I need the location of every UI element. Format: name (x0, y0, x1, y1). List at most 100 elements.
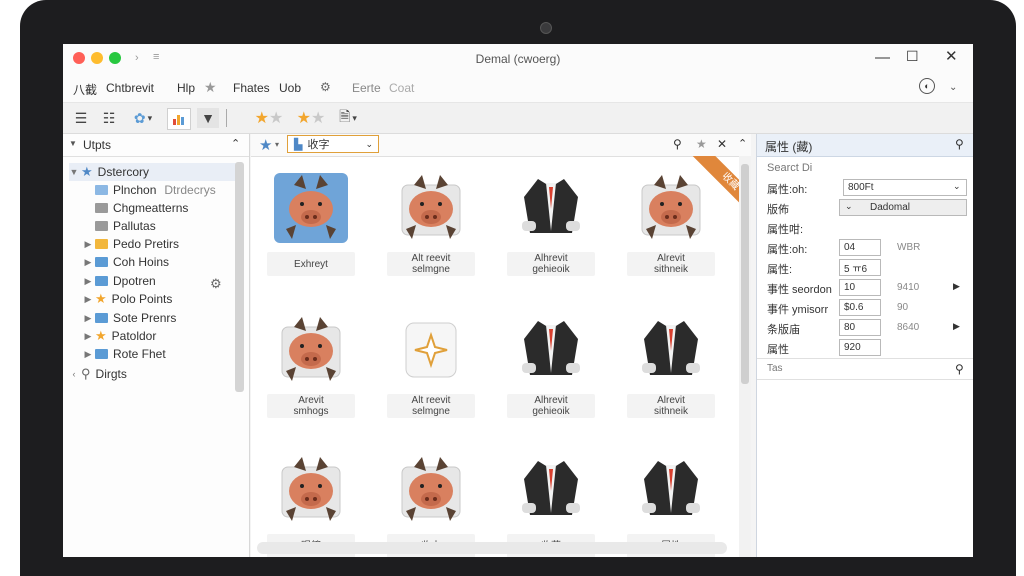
jacket-thumbnail-icon (507, 446, 595, 534)
minimize-icon[interactable]: — (875, 49, 890, 66)
chevron-down-icon[interactable]: ⌄ (949, 82, 957, 93)
expand-arrow-icon[interactable]: ▶ (83, 313, 93, 324)
pig-thumbnail-icon (267, 164, 355, 252)
star-icon: ★ (95, 291, 107, 306)
menu-item-0[interactable]: 八截 (73, 81, 97, 98)
thumbnail-item[interactable]: Alt reevit selmgne (387, 164, 475, 276)
search-icon[interactable]: ⚲ (673, 137, 682, 151)
favorites-icon[interactable]: ★ (259, 136, 272, 154)
menu-item-3[interactable]: Fhates (233, 81, 270, 95)
tree-item-label: Dpotren (113, 274, 156, 288)
collapse-icon[interactable]: ▼ (69, 139, 77, 148)
thumbnail-item[interactable]: 属性 (627, 446, 715, 557)
expand-arrow-icon[interactable]: ▶ (83, 294, 93, 305)
maximize-icon[interactable]: ☐ (906, 48, 919, 65)
play-icon[interactable]: ▼ (197, 108, 219, 128)
tree-item-label: Pallutas (113, 219, 156, 233)
property-value-field[interactable]: $0.6 (839, 299, 881, 316)
tree-item[interactable]: ▶ Sote Prenrs (83, 309, 253, 327)
thumbnail-caption-line2: gehieoik (532, 406, 570, 417)
gear-icon[interactable]: ⚙ (320, 80, 331, 94)
rating-stars-alt-icon[interactable]: ★ ★ (293, 108, 329, 128)
document-icon[interactable]: 🗎 ▾ (333, 108, 363, 128)
jacket-thumbnail-icon (507, 306, 595, 394)
chevron-up-icon[interactable]: ⌃ (231, 137, 240, 150)
thumbnail-item[interactable]: Arevit smhogs (267, 306, 355, 418)
thumbnail-item[interactable]: 收本 (387, 446, 475, 557)
left-scrollbar[interactable] (235, 162, 244, 392)
menu-item-4[interactable]: Uob (279, 81, 301, 95)
tree-item[interactable]: ▶ Dpotren (83, 272, 253, 290)
play-icon[interactable]: ▶ (953, 281, 960, 292)
account-icon[interactable]: ◐ (919, 78, 935, 94)
expand-arrow-icon[interactable]: ▶ (83, 331, 93, 342)
thumbnail-caption: Alrevit sithneik (627, 252, 715, 276)
property-value-field[interactable]: 5 ㅠ6 (839, 259, 881, 276)
content-scrollbar-thumb[interactable] (741, 164, 749, 384)
horizontal-scrollbar[interactable] (257, 542, 727, 554)
property-label: 属性 (767, 344, 789, 356)
chevron-down-icon[interactable]: ⌄ (845, 201, 853, 212)
property-value-field[interactable]: 920 (839, 339, 881, 356)
folder-icon (95, 239, 108, 249)
close-icon[interactable]: ✕ (945, 47, 958, 65)
thumbnail-item[interactable]: Alhrevit gehieoik (507, 164, 595, 276)
footer-search-icon[interactable]: ⚲ (955, 362, 964, 376)
tree-item[interactable]: ▶ Pedo Pretirs (83, 235, 253, 253)
expand-arrow-icon[interactable]: ▼ (69, 167, 79, 177)
expand-arrow-icon[interactable]: ▶ (83, 257, 93, 268)
settings-gear-icon[interactable]: ⚙ (210, 276, 222, 292)
rating-stars-icon[interactable]: ★ ★ (249, 108, 289, 128)
menu-item-1[interactable]: Chtbrevit (106, 81, 154, 95)
star-icon[interactable]: ★ (204, 79, 217, 96)
play-icon[interactable]: ▶ (953, 321, 960, 332)
tree-item-label: Sote Prenrs (113, 311, 177, 325)
chart-icon[interactable] (167, 108, 191, 130)
pig-thumbnail-icon (387, 164, 475, 252)
category-dropdown[interactable]: ▙ 收字 ⌄ (287, 135, 379, 153)
property-value-field[interactable]: 04 (839, 239, 881, 256)
tree-item[interactable]: ▶ Rote Fhet (83, 345, 253, 363)
search-icon[interactable]: ⚲ (955, 137, 964, 151)
property-extra-value: WBR (897, 242, 921, 253)
chevron-down-icon[interactable]: ⌄ (953, 181, 961, 192)
property-value-field[interactable]: 10 (839, 279, 881, 296)
property-value-field[interactable]: 80 (839, 319, 881, 336)
tree-item[interactable]: ▶ ★ Polo Points (83, 290, 253, 308)
list-view-icon[interactable]: ☰ (71, 108, 91, 128)
tree-item[interactable]: ▶ Coh Hoins (83, 253, 253, 271)
thumbnail-item[interactable]: 眼鏑 (267, 446, 355, 557)
properties-header: 属性 (藏) ⚲ (757, 134, 973, 157)
favorites-dropdown-icon[interactable]: ▾ (275, 140, 279, 149)
tree-item[interactable]: Plnchon Dtrdecrys (83, 181, 253, 199)
property-value-field[interactable]: 800Ft (843, 179, 967, 196)
tree-item[interactable]: Chgmeatterns (83, 199, 253, 217)
thumbnail-item[interactable]: Exhreyt (267, 164, 355, 276)
tree-item[interactable]: ▶ ★ Patoldor (83, 327, 253, 345)
property-extra-value: 90 (897, 302, 909, 313)
expand-arrow-icon[interactable]: ▶ (83, 276, 93, 287)
pin-icon[interactable]: ★ (696, 137, 707, 151)
properties-search-label: Searct Di (767, 162, 813, 174)
menu-item-5[interactable]: Eerte (352, 81, 381, 95)
thumbnail-item[interactable]: 收藏 (507, 446, 595, 557)
thumbnail-item[interactable]: Alrevit sithneik (627, 306, 715, 418)
close-panel-icon[interactable]: ✕ (717, 137, 727, 151)
thumbnail-item[interactable]: Alt reevit selmgne (387, 306, 475, 418)
tree-item[interactable]: ▼ ★ Dstercory (69, 163, 239, 181)
chevron-up-icon[interactable]: ⌃ (738, 137, 747, 150)
menu-item-6[interactable]: Coat (389, 81, 414, 95)
thumbnail-caption-line1: Alrevit (657, 395, 685, 406)
expand-arrow-icon[interactable]: ▶ (83, 239, 93, 250)
detail-view-icon[interactable]: ☷ (99, 108, 119, 128)
thumbnail-item[interactable]: Alhrevit gehieoik (507, 306, 595, 418)
property-value-field[interactable]: Dadomal (839, 199, 967, 216)
content-scrollbar[interactable] (739, 156, 751, 557)
expand-arrow-icon[interactable]: ▶ (83, 349, 93, 360)
tree-item[interactable]: ‹ ⚲ Dirgts (69, 365, 239, 383)
expand-arrow-icon[interactable]: ‹ (69, 369, 79, 379)
menu-item-2[interactable]: Hlp (177, 81, 195, 95)
tree-item[interactable]: Pallutas (83, 217, 253, 235)
color-picker-icon[interactable]: ✿ ▾ (127, 108, 159, 128)
webcam (540, 22, 552, 34)
